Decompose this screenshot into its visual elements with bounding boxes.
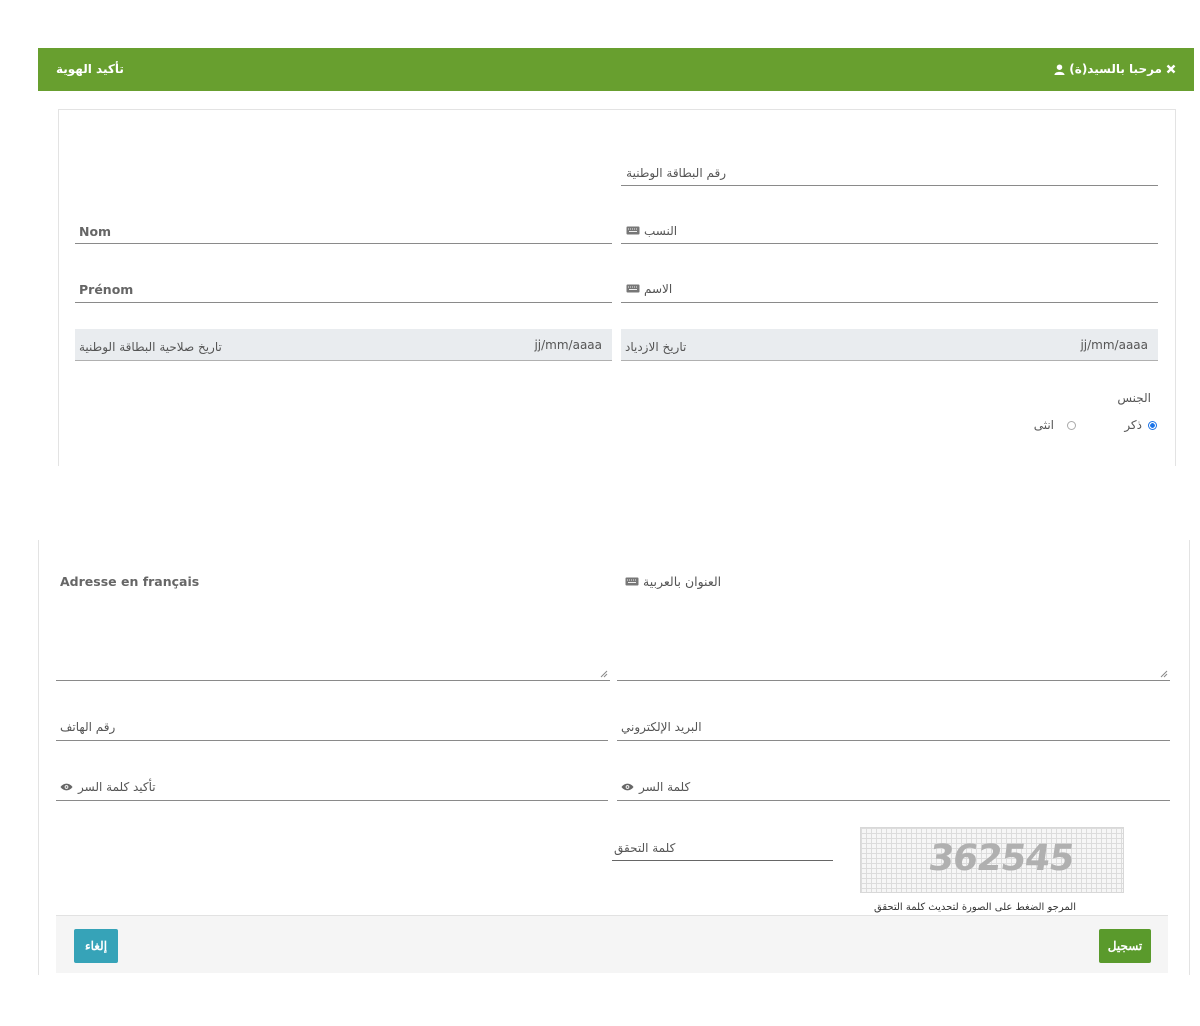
birth-date-label: تاريخ الازدياد [625, 340, 687, 354]
resize-grip-icon[interactable] [600, 670, 608, 678]
submit-button[interactable]: تسجيل [1099, 929, 1151, 963]
keyboard-icon[interactable] [625, 574, 639, 589]
eye-icon[interactable] [60, 780, 73, 794]
resize-grip-icon[interactable] [1160, 670, 1168, 678]
cin-expiry-label: تاريخ صلاحية البطاقة الوطنية [79, 340, 222, 354]
keyboard-icon[interactable] [626, 282, 640, 296]
prenom-fr-label: Prénom [79, 282, 134, 297]
form-footer [56, 915, 1168, 973]
gender-female-radio[interactable] [1067, 421, 1076, 430]
captcha-label: كلمة التحقق [614, 841, 676, 855]
gender-label: الجنس [1117, 391, 1151, 405]
panel-title: تأكيد الهوية [56, 62, 124, 76]
identity-panel: تأكيد الهوية مرحبا بالسيد(ة) [38, 48, 1194, 466]
prenom-ar-field[interactable]: الاسم [621, 276, 1158, 303]
gender-female-label: انثى [1033, 418, 1054, 432]
nom-ar-label: النسب [644, 224, 678, 238]
address-fr-label: Adresse en français [60, 574, 200, 589]
nom-ar-field[interactable]: النسب [621, 218, 1158, 244]
captcha-input[interactable]: كلمة التحقق [612, 836, 833, 861]
welcome-area: مرحبا بالسيد(ة) [1054, 62, 1176, 76]
cin-label: رقم البطاقة الوطنية [626, 166, 726, 180]
close-icon[interactable] [1166, 64, 1176, 74]
cin-field[interactable]: رقم البطاقة الوطنية [621, 160, 1158, 186]
captcha-code: 362545 [926, 838, 1077, 879]
captcha-image[interactable]: 362545 [860, 827, 1124, 893]
email-label: البريد الإلكتروني [621, 720, 702, 734]
cin-expiry-placeholder: jj/mm/aaaa [534, 338, 602, 352]
password-confirm-field[interactable]: تأكيد كلمة السر [56, 774, 608, 801]
password-label: كلمة السر [639, 780, 691, 794]
nom-fr-field[interactable]: Nom [75, 218, 612, 244]
eye-icon[interactable] [621, 780, 634, 794]
address-fr-textarea[interactable] [56, 594, 610, 681]
prenom-ar-label: الاسم [644, 282, 673, 296]
keyboard-icon[interactable] [626, 224, 640, 238]
phone-field[interactable]: رقم الهاتف [56, 714, 608, 741]
prenom-fr-field[interactable]: Prénom [75, 276, 612, 303]
phone-label: رقم الهاتف [60, 720, 116, 734]
birth-date-placeholder: jj/mm/aaaa [1080, 338, 1148, 352]
address-ar-textarea[interactable] [617, 594, 1170, 681]
birth-date[interactable]: تاريخ الازدياد jj/mm/aaaa [621, 329, 1158, 361]
password-confirm-label: تأكيد كلمة السر [78, 780, 156, 794]
nom-fr-label: Nom [79, 224, 112, 239]
gender-male-label: ذكر [1124, 418, 1142, 432]
password-field[interactable]: كلمة السر [617, 774, 1170, 801]
cin-expiry-date[interactable]: تاريخ صلاحية البطاقة الوطنية jj/mm/aaaa [75, 329, 612, 361]
cancel-button[interactable]: إلغاء [74, 929, 118, 963]
user-icon [1054, 63, 1065, 75]
email-field[interactable]: البريد الإلكتروني [617, 714, 1170, 741]
address-ar-label: العنوان بالعربية [643, 574, 722, 589]
panel-header: تأكيد الهوية مرحبا بالسيد(ة) [38, 48, 1194, 91]
welcome-text: مرحبا بالسيد(ة) [1069, 62, 1162, 76]
gender-male-radio[interactable] [1148, 421, 1157, 430]
captcha-note: المرجو الضغط على الصورة لتحديث كلمة التح… [874, 902, 1076, 913]
